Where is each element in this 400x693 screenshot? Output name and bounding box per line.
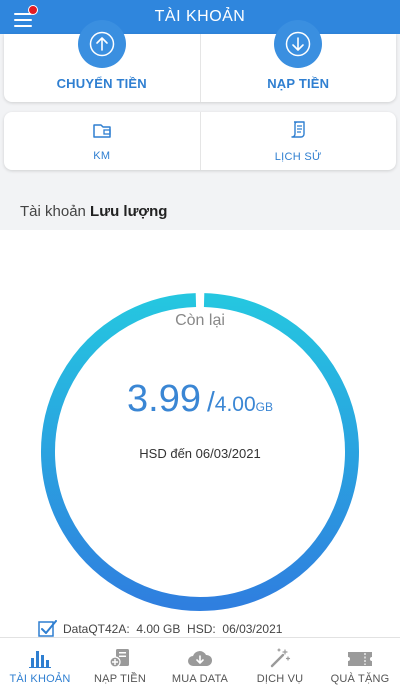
menu-icon-bar [14,25,32,27]
usage-ring [41,293,359,611]
promo-button[interactable]: KM [4,112,200,170]
gift-ticket-icon [347,646,373,668]
expiry-date: HSD đến 06/03/2021 [139,446,261,461]
tab-gifts[interactable]: QUÀ TẶNG [320,638,400,693]
remaining-label: Còn lại [175,312,225,329]
history-label: LỊCH SỬ [274,150,322,163]
scroll-icon [289,120,307,145]
package-text: DataQT42A: 4.00 GB HSD: 06/03/2021 [63,622,283,636]
usage-amount: 3.99/4.00GB [0,378,400,421]
account-type-value: Lưu lượng [90,203,168,220]
amount-separator: / [206,386,215,417]
tab-buy-data[interactable]: MUA DATA [160,638,240,693]
primary-actions: CHUYỂN TIỀN NẠP TIỀN [4,20,397,102]
menu-icon-bar [14,19,32,21]
tab-label: MUA DATA [171,673,229,685]
topup-button[interactable]: NẠP TIỀN [199,20,397,102]
transfer-label: CHUYỂN TIỀN [56,76,147,91]
tab-label: QUÀ TẶNG [330,673,390,685]
usage-panel: Còn lại 3.99/4.00GB HSD đến 06/03/2021 [0,230,400,637]
shortcuts: KM LỊCH SỬ [4,112,396,170]
account-prefix: Tài khoản [20,203,86,220]
tab-label: NẠP TIỀN [94,673,146,685]
topup-label: NẠP TIỀN [267,76,330,91]
tab-account[interactable]: TÀI KHOẢN [0,638,80,693]
arrow-down-icon [274,20,323,68]
arrow-up-icon [77,20,126,68]
checkbox-checked-icon[interactable] [38,620,58,638]
tab-services[interactable]: DỊCH VỤ [240,638,320,693]
wallet-icon [92,121,112,144]
tab-label: DỊCH VỤ [256,673,304,685]
unit-label: GB [255,400,273,414]
account-type: Tài khoản Lưu lượng [20,203,167,220]
transfer-button[interactable]: CHUYỂN TIỀN [4,20,200,102]
package-item: DataQT42A: 4.00 GB HSD: 06/03/2021 [38,620,282,638]
magic-wand-icon [269,646,291,668]
history-button[interactable]: LỊCH SỬ [199,112,397,170]
tab-label: TÀI KHOẢN [9,673,71,685]
tab-topup[interactable]: NẠP TIỀN [80,638,160,693]
bar-chart-icon [29,646,51,668]
promo-label: KM [93,149,111,162]
menu-button[interactable] [14,5,38,28]
bottom-tab-bar: TÀI KHOẢN NẠP TIỀN MUA DATA DỊCH VỤ QUÀ … [0,637,400,693]
notification-badge [28,5,38,15]
remaining-value: 3.99 [127,378,201,420]
app-header: TÀI KHOẢN [0,0,400,34]
cloud-download-icon [187,646,213,668]
total-value: 4.00 [214,393,256,416]
page-title: TÀI KHOẢN [154,8,246,25]
topup-card-icon [109,646,131,668]
